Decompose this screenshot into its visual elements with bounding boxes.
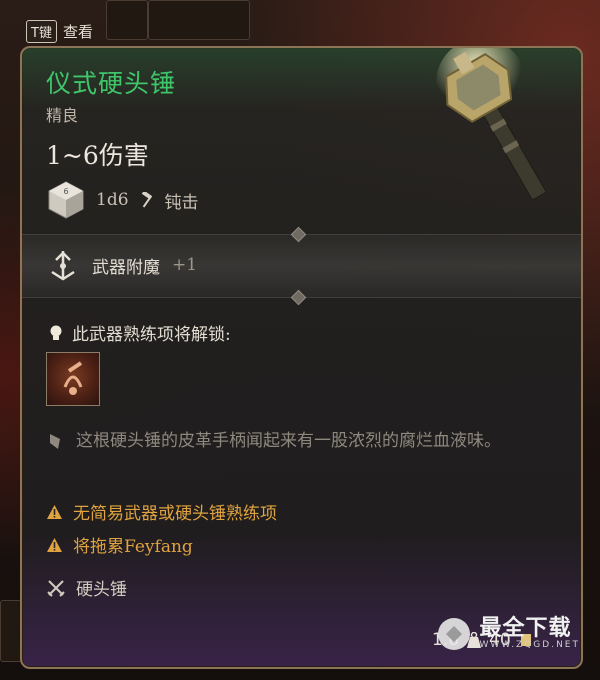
inspect-label: 查看 xyxy=(62,22,93,41)
inventory-slot[interactable] xyxy=(106,0,148,40)
inventory-slot[interactable] xyxy=(148,0,250,40)
proficiency-icon[interactable] xyxy=(46,352,100,406)
proficiency-symbol-icon xyxy=(63,361,83,395)
site-logo-icon xyxy=(437,618,470,650)
flavor-text-row: 这根硬头锤的皮革手柄闻起来有一股浓烈的腐烂血液味。 xyxy=(46,426,546,456)
watermark-url: WWW.ZQGD.NET xyxy=(479,640,580,650)
weapon-type: 硬头锤 xyxy=(76,580,127,600)
warning-icon xyxy=(47,504,62,519)
watermark-text-block: 最全下载 WWW.ZQGD.NET xyxy=(479,616,580,651)
damage-dice-row: 6 1d6 钝击 xyxy=(46,180,199,220)
item-tooltip: 仪式硬头锤 精良 1~6伤害 6 1d6 钝击 武器附魔 +1 此武器熟练项将解… xyxy=(20,46,583,669)
proficiency-unlock-row: 此武器熟练项将解锁: xyxy=(48,320,231,345)
flavor-text: 这根硬头锤的皮革手柄闻起来有一股浓烈的腐烂血液味。 xyxy=(76,431,501,451)
svg-text:6: 6 xyxy=(63,187,68,196)
warning-text: 无简易武器或硬头锤熟练项 xyxy=(73,504,277,524)
weapon-type-row: 硬头锤 xyxy=(46,575,127,600)
item-name: 仪式硬头锤 xyxy=(46,69,177,98)
item-rarity: 精良 xyxy=(46,106,79,125)
inventory-slot[interactable] xyxy=(0,600,22,662)
crossed-swords-icon xyxy=(47,579,65,597)
warning-icon xyxy=(47,537,62,552)
inspect-hint[interactable]: T键 查看 xyxy=(26,18,93,44)
warning-row: 无简易武器或硬头锤熟练项 xyxy=(46,499,277,524)
unlock-text: 此武器熟练项将解锁: xyxy=(72,325,231,345)
hammer-icon xyxy=(141,192,152,208)
enchant-icon xyxy=(51,251,75,281)
damage-dice: 1d6 xyxy=(96,190,129,210)
quill-icon xyxy=(50,434,60,449)
damage-type: 钝击 xyxy=(164,192,199,213)
warning-row: 将拖累Feyfang xyxy=(46,532,193,557)
inspect-key: T键 xyxy=(26,19,57,43)
enchantment-row: 武器附魔 +1 xyxy=(46,248,197,282)
die-icon: 6 xyxy=(48,181,84,219)
watermark-title: 最全下载 xyxy=(479,616,572,641)
bulb-icon xyxy=(50,325,62,340)
enchant-label: 武器附魔 xyxy=(92,257,160,278)
mace-icon xyxy=(436,48,547,201)
damage-range: 1~6伤害 xyxy=(46,141,149,170)
warning-text: 将拖累Feyfang xyxy=(73,537,193,557)
enchant-value: +1 xyxy=(172,255,198,275)
site-watermark: 最全下载 WWW.ZQGD.NET xyxy=(434,616,580,652)
